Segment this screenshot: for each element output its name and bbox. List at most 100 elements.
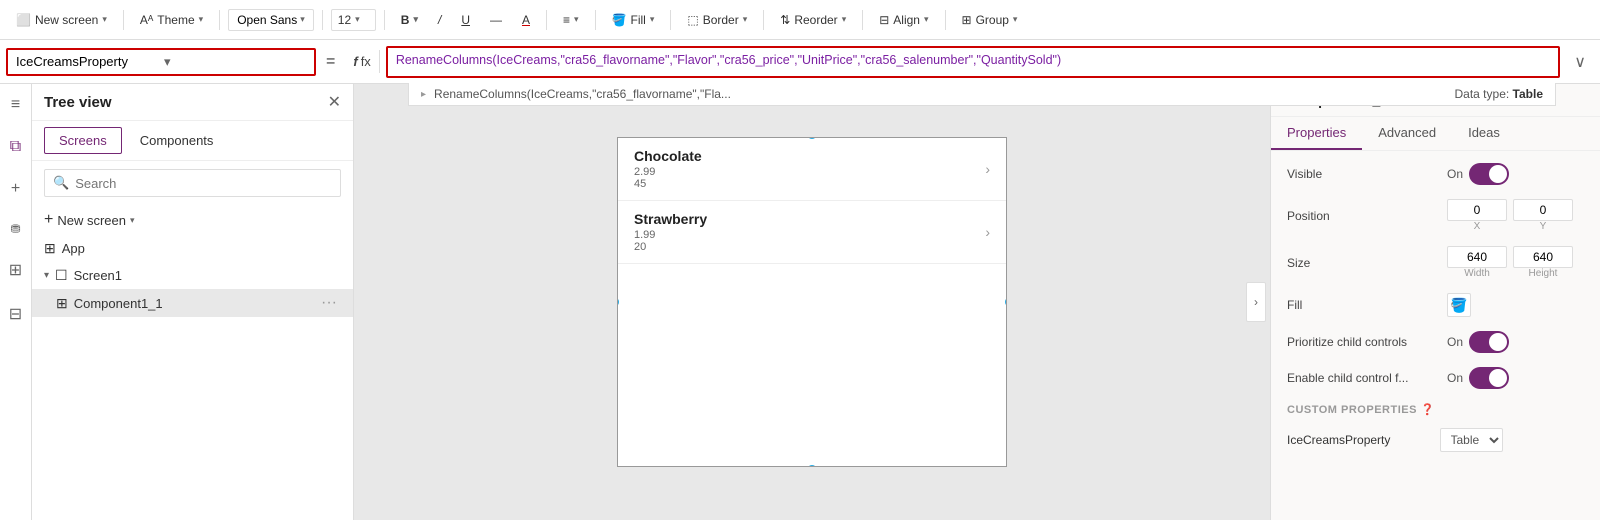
fill-label: Fill (631, 13, 646, 27)
tab-ideas[interactable]: Ideas (1452, 117, 1516, 150)
text-align-icon: ≡ (563, 13, 570, 27)
group-button[interactable]: ⊞ Group ▾ (954, 9, 1026, 31)
prop-size-value: Width Height (1447, 246, 1584, 279)
prop-enable-child-label: Enable child control f... (1287, 371, 1447, 385)
formula-expand-button[interactable]: ∨ (1566, 48, 1594, 76)
prop-visible-on-label: On (1447, 167, 1463, 181)
prop-row-visible: Visible On (1287, 163, 1584, 185)
divider-9 (862, 10, 863, 30)
tab-properties[interactable]: Properties (1271, 117, 1362, 150)
handle-bottom-middle[interactable] (807, 465, 817, 467)
components-icon[interactable]: ⊞ (5, 256, 26, 284)
handle-middle-left[interactable] (617, 297, 619, 307)
tree-item-component1[interactable]: ⊞ Component1_1 ··· (32, 289, 353, 317)
property-selector[interactable]: IceCreamsProperty ▾ (6, 48, 316, 76)
right-panel-body: Visible On Position X Y (1271, 151, 1600, 520)
custom-prop-row-icecreams: IceCreamsProperty Table (1287, 428, 1584, 452)
custom-props-help-icon[interactable]: ❓ (1420, 404, 1434, 416)
prop-row-enable-child: Enable child control f... On (1287, 367, 1584, 389)
prop-size-label: Size (1287, 256, 1447, 270)
handle-bottom-left[interactable] (617, 465, 619, 467)
handle-bottom-right[interactable] (1005, 465, 1007, 467)
align-icon: ⊟ (879, 13, 889, 27)
item-sub-chocolate: 2.9945 (634, 166, 985, 190)
formula-autocomplete: ▸ RenameColumns(IceCreams,"cra56_flavorn… (408, 83, 1556, 106)
new-screen-button[interactable]: ⬜ New screen ▾ (8, 9, 115, 31)
canvas-frame: Chocolate 2.9945 › Strawberry 1.9920 › (617, 137, 1007, 467)
formula-input[interactable]: RenameColumns(IceCreams,"cra56_flavornam… (386, 46, 1560, 78)
plus-icon: + (44, 211, 53, 229)
property-name: IceCreamsProperty (16, 54, 158, 69)
variables-icon[interactable]: ⊟ (5, 300, 26, 328)
bold-button[interactable]: B ▾ (393, 9, 426, 31)
component-icon: ⊞ (56, 295, 68, 312)
expand-icon: ∨ (1574, 54, 1586, 71)
tree-item-screen1[interactable]: ▾ ☐ Screen1 (32, 262, 353, 289)
prop-row-size: Size Width Height (1287, 246, 1584, 279)
tab-components[interactable]: Components (126, 127, 228, 154)
item-title-strawberry: Strawberry (634, 211, 985, 227)
visible-toggle[interactable] (1469, 163, 1509, 185)
data-type-value: Table (1513, 87, 1543, 101)
enable-child-on-label: On (1447, 371, 1463, 385)
strikethrough-button[interactable]: — (482, 9, 510, 31)
prop-fill-value: 🪣 (1447, 293, 1584, 317)
tree-header: Tree view ✕ (32, 84, 353, 121)
prop-position-value: X Y (1447, 199, 1584, 232)
left-icon-bar: ≡ ⧉ + ⛃ ⊞ ⊟ (0, 84, 32, 520)
underline-button[interactable]: U (453, 9, 478, 31)
divider-3 (322, 10, 323, 30)
divider-2 (219, 10, 220, 30)
italic-icon: / (438, 13, 441, 27)
fx-button[interactable]: f fx (345, 50, 379, 73)
prioritize-toggle[interactable] (1469, 331, 1509, 353)
list-item-strawberry[interactable]: Strawberry 1.9920 › (618, 201, 1006, 264)
border-icon: ⬚ (687, 13, 698, 27)
formula-bar: IceCreamsProperty ▾ = f fx RenameColumns… (0, 40, 1600, 84)
search-input[interactable] (75, 176, 332, 191)
divider-5 (546, 10, 547, 30)
divider-6 (595, 10, 596, 30)
position-x-input[interactable] (1447, 199, 1507, 221)
size-height-input[interactable] (1513, 246, 1573, 268)
reorder-button[interactable]: ⇅ Reorder ▾ (772, 9, 854, 31)
hamburger-menu-icon[interactable]: ≡ (7, 92, 24, 118)
height-label: Height (1529, 268, 1558, 279)
bold-icon: B (401, 13, 410, 27)
custom-prop-type-selector[interactable]: Table (1440, 428, 1503, 452)
new-screen-button[interactable]: + New screen ▾ (32, 205, 353, 235)
size-width-input[interactable] (1447, 246, 1507, 268)
tree-close-button[interactable]: ✕ (328, 92, 341, 112)
list-item-chocolate[interactable]: Chocolate 2.9945 › (618, 138, 1006, 201)
font-size-selector[interactable]: 12 ▾ (331, 9, 376, 31)
fill-color-swatch[interactable]: 🪣 (1447, 293, 1471, 317)
new-screen-label: New screen (35, 13, 98, 27)
prop-visible-value: On (1447, 163, 1584, 185)
align-button[interactable]: ⊟ Align ▾ (871, 9, 936, 31)
component-more-button[interactable]: ··· (317, 294, 341, 312)
data-icon[interactable]: ⛃ (6, 218, 24, 240)
tab-screens[interactable]: Screens (44, 127, 122, 154)
add-icon[interactable]: + (7, 176, 24, 202)
font-selector[interactable]: Open Sans ▾ (228, 9, 314, 31)
new-screen-label: New screen (57, 213, 126, 228)
prop-row-fill: Fill 🪣 (1287, 293, 1584, 317)
position-y-input[interactable] (1513, 199, 1573, 221)
canvas-expand-button[interactable]: › (1246, 282, 1266, 322)
font-label: Open Sans (237, 13, 297, 27)
tab-advanced[interactable]: Advanced (1362, 117, 1452, 150)
text-align-button[interactable]: ≡ ▾ (555, 9, 587, 31)
enable-child-toggle[interactable] (1469, 367, 1509, 389)
handle-middle-right[interactable] (1005, 297, 1007, 307)
formula-text: RenameColumns(IceCreams,"cra56_flavornam… (396, 53, 1061, 67)
italic-button[interactable]: / (430, 9, 449, 31)
fill-button[interactable]: 🪣 Fill ▾ (604, 9, 663, 31)
tree-item-app[interactable]: ⊞ App (32, 235, 353, 262)
right-panel-tabs: Properties Advanced Ideas (1271, 117, 1600, 151)
screen-expand-icon: ▾ (44, 270, 49, 281)
border-button[interactable]: ⬚ Border ▾ (679, 9, 755, 31)
x-axis-label: X (1474, 221, 1481, 232)
layers-icon[interactable]: ⧉ (6, 134, 25, 160)
theme-button[interactable]: Aᴬ Theme ▾ (132, 9, 211, 31)
font-color-button[interactable]: A (514, 9, 538, 31)
